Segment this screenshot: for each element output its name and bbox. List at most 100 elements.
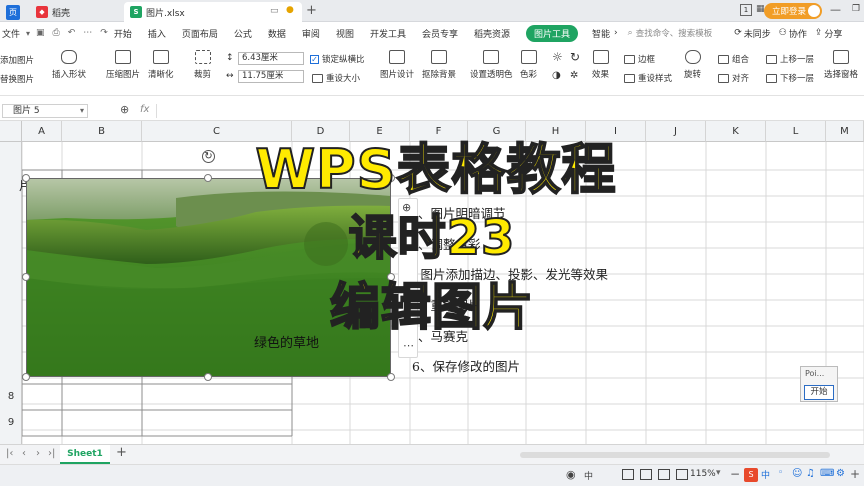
horizontal-scrollbar[interactable] (520, 452, 830, 458)
row-header-9[interactable]: 9 (0, 417, 22, 428)
redo-icon[interactable]: ↷ (100, 28, 108, 38)
resize-handle-s[interactable] (204, 373, 212, 381)
row-header-8[interactable]: 8 (0, 391, 22, 402)
collab-button[interactable]: 协作 (789, 27, 807, 40)
print-icon[interactable]: ⎙ (53, 28, 60, 38)
column-header-m[interactable]: M (826, 121, 864, 142)
next-sheet-icon[interactable]: › (36, 448, 40, 459)
add-picture-button[interactable]: 添加图片 (0, 54, 34, 66)
login-button[interactable]: 立即登录 (764, 3, 822, 19)
reset-size-button[interactable]: 重设大小 (312, 72, 360, 84)
menu-developer[interactable]: 开发工具 (370, 27, 406, 40)
settings-icon[interactable]: ⚙ (836, 468, 845, 479)
contrast-icon[interactable]: ◑ (552, 70, 561, 81)
tab-workbook[interactable]: S 图片.xlsx ▭ ● (124, 2, 302, 22)
keyboard-icon[interactable]: ⌨ (820, 468, 834, 479)
bring-forward-button[interactable]: 上移一层 (766, 53, 814, 65)
reset-style-button[interactable]: 重设样式 (624, 72, 672, 84)
menu-insert[interactable]: 插入 (148, 27, 166, 40)
minimize-icon[interactable]: — (830, 3, 841, 16)
height-field[interactable]: 6.43厘米 (238, 52, 304, 65)
zoom-search-icon[interactable]: ⊕ (120, 103, 129, 116)
send-backward-button[interactable]: 下移一层 (766, 72, 814, 84)
effects-button[interactable]: 效果 (592, 50, 609, 80)
column-header-b[interactable]: B (62, 121, 142, 142)
normal-view-icon[interactable] (622, 469, 634, 480)
new-tab-button[interactable]: + (306, 3, 317, 18)
punctuation-icon[interactable]: ◦ (778, 468, 783, 478)
undo-icon[interactable]: ↶ (68, 28, 76, 38)
save-icon[interactable]: ▣ (36, 28, 45, 38)
menu-home[interactable]: 开始 (114, 27, 132, 40)
menu-formulas[interactable]: 公式 (234, 27, 252, 40)
chevron-down-icon[interactable]: ▾ (716, 468, 721, 478)
wps-s-icon[interactable]: S (744, 468, 758, 482)
effect-light-icon[interactable]: ✲ (570, 70, 578, 81)
group-button[interactable]: 组合 (718, 53, 749, 65)
selection-pane-button[interactable]: 选择窗格 (824, 50, 858, 80)
menu-picture-tools[interactable]: 图片工具 (526, 24, 579, 42)
share-button[interactable]: 分享 (824, 27, 842, 40)
zoom-out-icon[interactable]: − (730, 467, 740, 481)
menu-file[interactable]: 文件 (2, 27, 20, 40)
command-search-input[interactable]: 查找命令、搜索模板 (636, 27, 713, 39)
rotate-button[interactable]: 旋转 (684, 50, 701, 80)
menu-docer-resources[interactable]: 稻壳资源 (474, 27, 510, 40)
insert-shape-button[interactable]: 插入形状 (52, 50, 86, 80)
align-button[interactable]: 对齐 (718, 72, 749, 84)
menu-member[interactable]: 会员专享 (422, 27, 458, 40)
column-header-a[interactable]: A (22, 121, 62, 142)
chevron-right-icon[interactable]: › (614, 28, 618, 38)
resize-handle-sw[interactable] (22, 373, 30, 381)
last-sheet-icon[interactable]: ›| (48, 448, 55, 459)
brightness-icon[interactable]: ☼ (552, 50, 563, 64)
microphone-icon[interactable]: ♫ (806, 468, 815, 479)
menu-view[interactable]: 视图 (336, 27, 354, 40)
unsync-button[interactable]: 未同步 (744, 27, 771, 40)
chevron-down-icon[interactable]: ▾ (26, 29, 30, 38)
lock-ratio-checkbox[interactable]: ✓ 锁定纵横比 (310, 53, 365, 65)
select-all-corner[interactable] (0, 121, 22, 142)
restore-icon[interactable]: ❐ (852, 4, 860, 14)
first-sheet-icon[interactable]: |‹ (6, 448, 13, 459)
ime-chinese-icon[interactable]: 中 (761, 468, 770, 481)
set-transparent-button[interactable]: 设置透明色 (470, 50, 513, 80)
formula-input[interactable] (156, 104, 864, 118)
sheet-tab-sheet1[interactable]: Sheet1 (60, 445, 110, 464)
compress-picture-button[interactable]: 压缩图片 (106, 50, 140, 80)
column-header-j[interactable]: J (646, 121, 706, 142)
emoji-icon[interactable]: ☺ (792, 468, 802, 479)
remove-background-button[interactable]: 抠除背景 (422, 50, 456, 80)
more-icon[interactable]: ⋯ (83, 28, 92, 38)
add-sheet-button[interactable]: + (116, 445, 127, 460)
monitor-icon[interactable]: ▭ (270, 6, 279, 16)
refresh-icon[interactable]: ↻ (570, 50, 580, 64)
border-button[interactable]: 边框 (624, 53, 655, 65)
zoom-level[interactable]: 115% (690, 469, 716, 479)
width-field[interactable]: 11.75厘米 (238, 70, 304, 83)
clarify-button[interactable]: 清晰化 (148, 50, 174, 80)
start-button[interactable]: 开始 (804, 385, 834, 400)
resize-handle-se[interactable] (387, 373, 395, 381)
window-count-badge[interactable]: 1 (740, 4, 752, 16)
picture-design-button[interactable]: 图片设计 (380, 50, 414, 80)
prev-sheet-icon[interactable]: ‹ (22, 448, 26, 459)
menu-smart[interactable]: 智能 (592, 27, 610, 40)
column-header-l[interactable]: L (766, 121, 826, 142)
color-button[interactable]: 色彩 (520, 50, 537, 80)
menu-data[interactable]: 数据 (268, 27, 286, 40)
more-options-icon[interactable]: ⋯ (403, 339, 414, 352)
function-icon[interactable]: fx (140, 104, 149, 115)
ime-mode[interactable]: 中 (584, 469, 593, 482)
crop-button[interactable]: 裁剪 (194, 50, 211, 80)
menu-page-layout[interactable]: 页面布局 (182, 27, 218, 40)
tab-docer[interactable]: ◆ 稻壳 (30, 2, 118, 22)
eye-protection-icon[interactable]: ◉ (566, 468, 576, 481)
reading-view-icon[interactable] (676, 469, 688, 480)
replace-picture-button[interactable]: 替换图片 (0, 73, 34, 85)
column-header-k[interactable]: K (706, 121, 766, 142)
tab-home[interactable]: 页 (0, 2, 22, 22)
name-box[interactable]: 图片 5 ▾ (2, 104, 88, 118)
menu-review[interactable]: 审阅 (302, 27, 320, 40)
zoom-in-button[interactable]: + (850, 467, 860, 481)
